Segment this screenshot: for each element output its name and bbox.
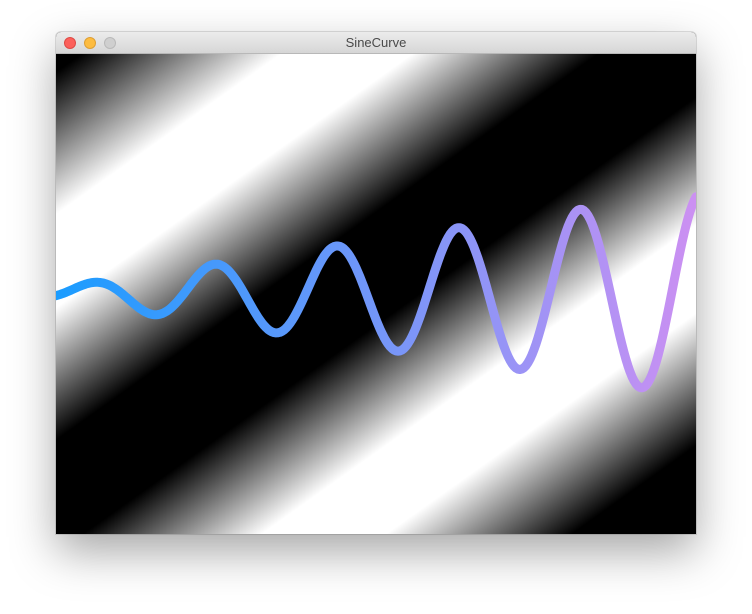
- title-bar[interactable]: SineCurve: [56, 32, 696, 54]
- striped-background: [56, 54, 696, 534]
- app-window: SineCurve: [56, 32, 696, 534]
- window-title: SineCurve: [345, 35, 407, 50]
- sine-canvas: [56, 54, 696, 534]
